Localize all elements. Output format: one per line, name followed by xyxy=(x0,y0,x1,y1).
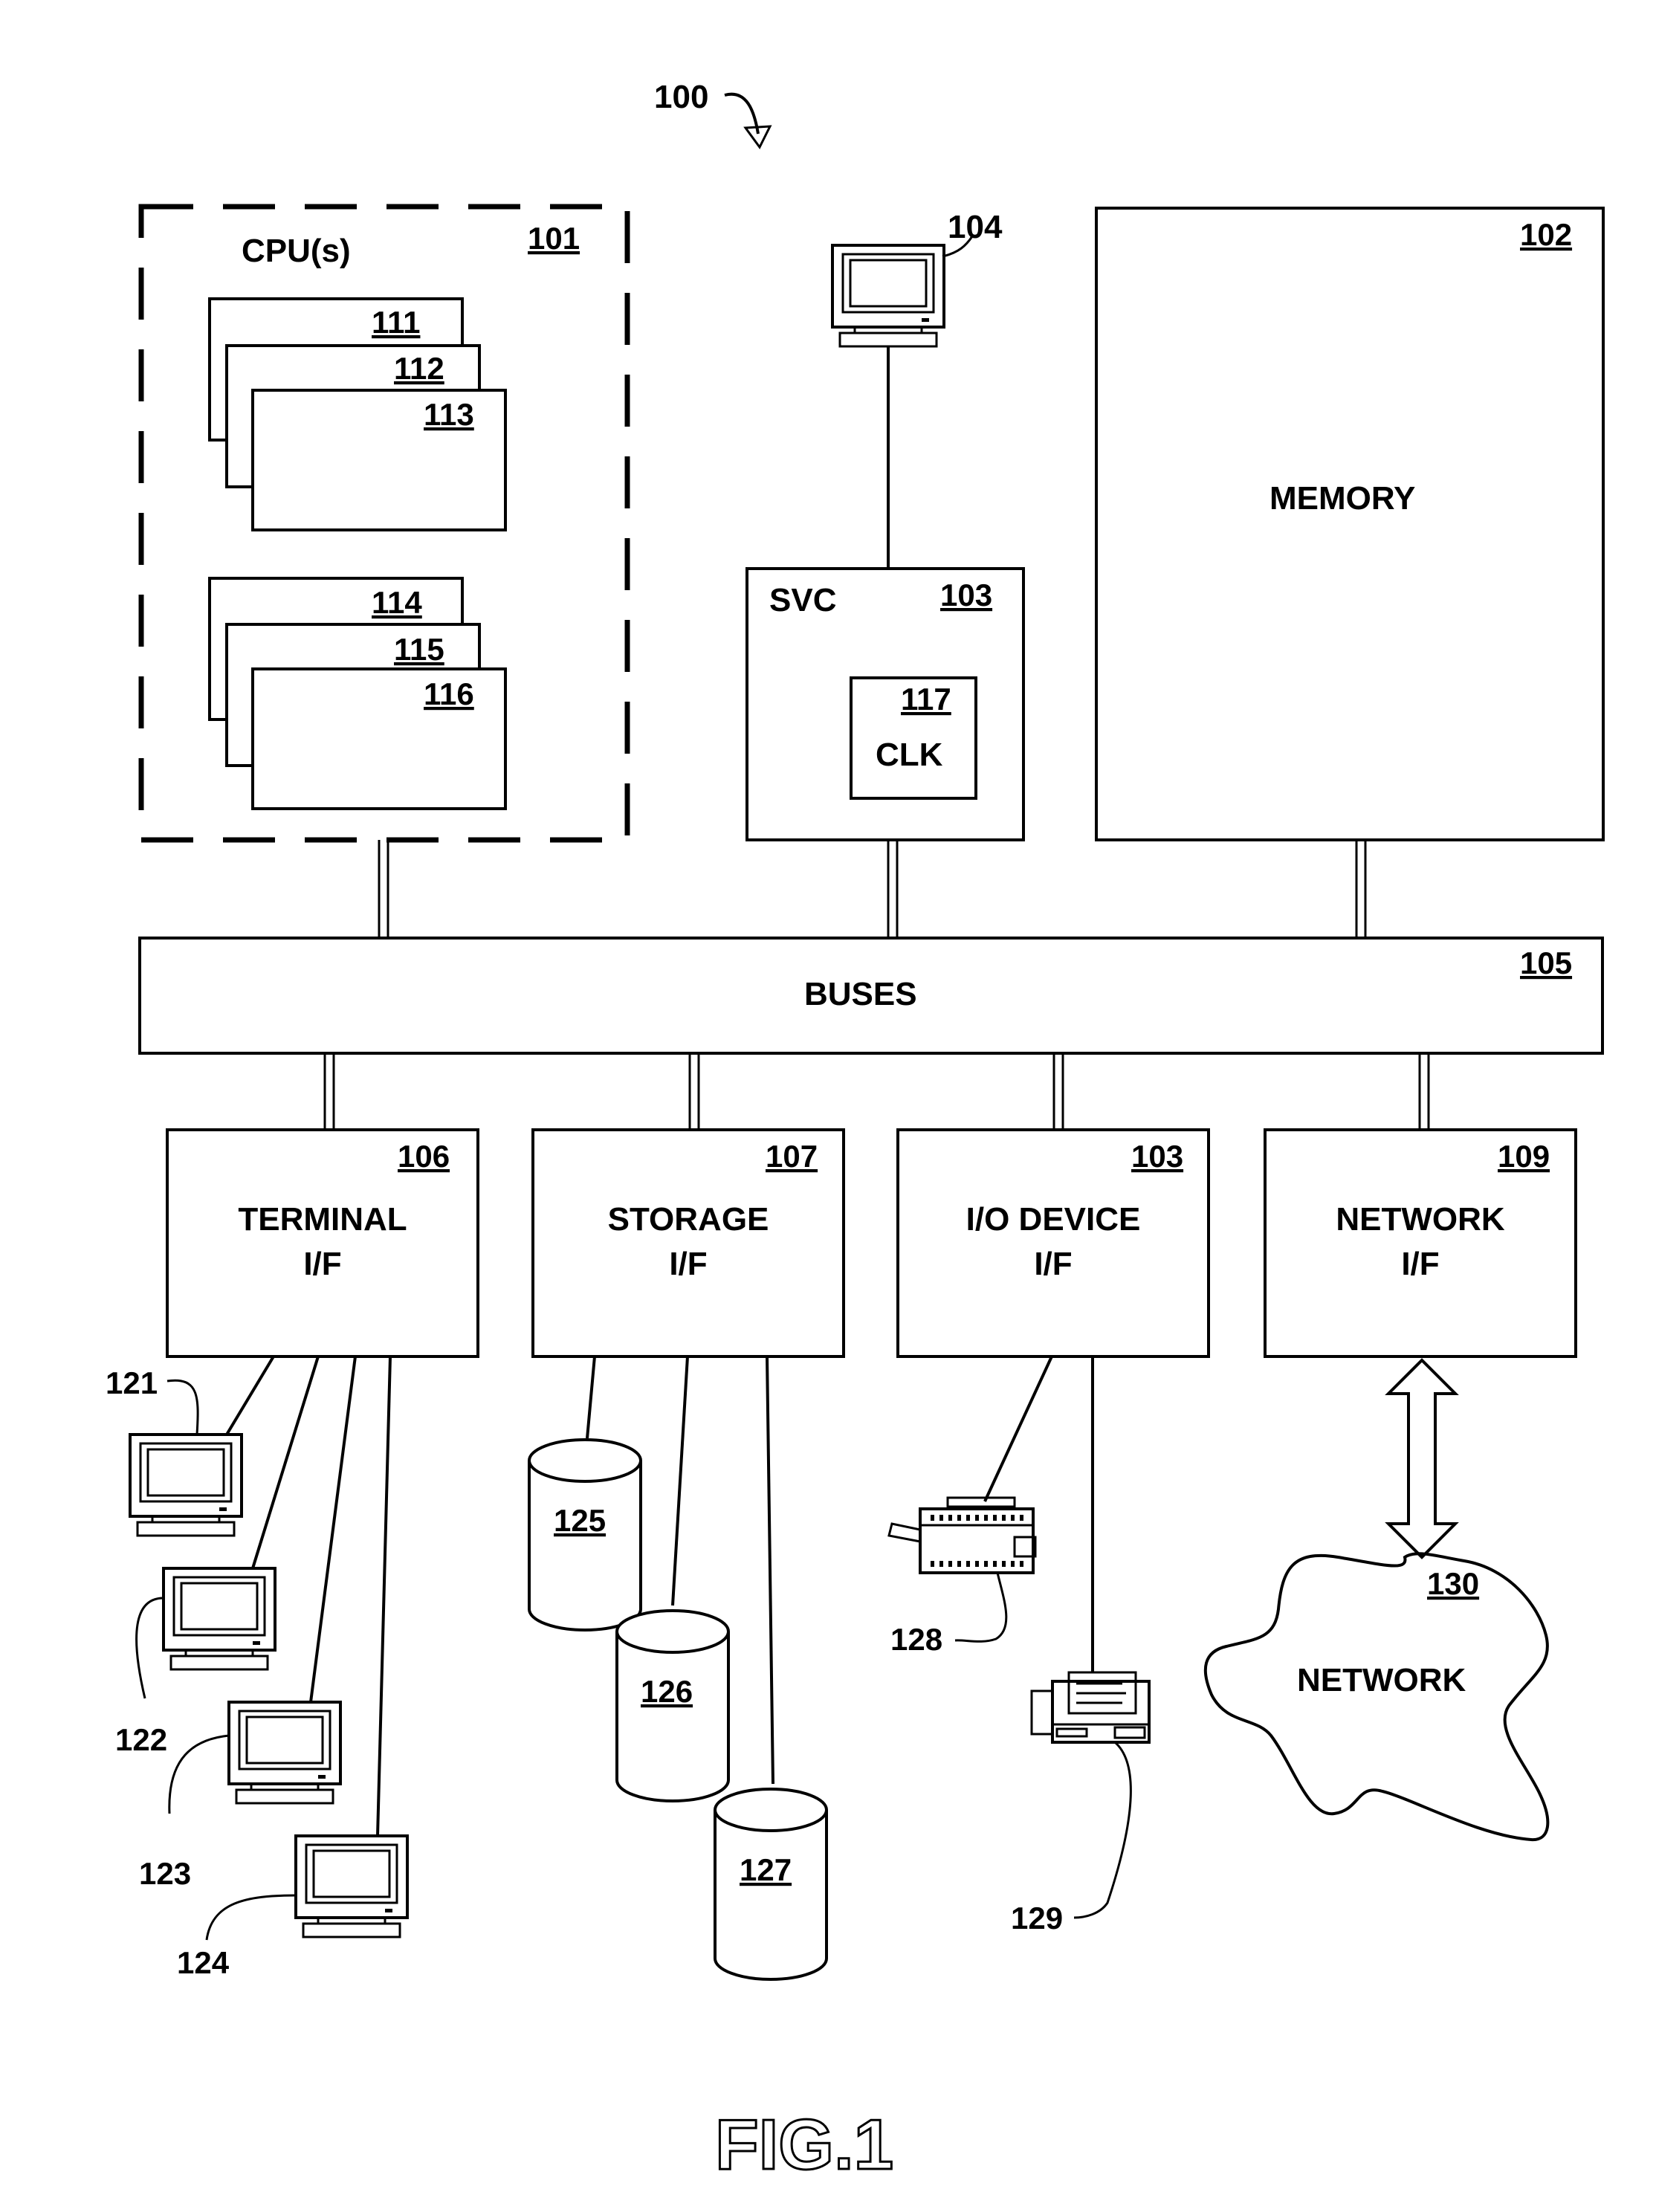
storage-interface-line2: I/F xyxy=(669,1246,707,1282)
svc-ref: 103 xyxy=(940,578,992,612)
system-block-diagram: 100 CPU(s) 101 111 112 113 114 115 116 1… xyxy=(106,79,1605,2186)
terminal-124: 124 xyxy=(177,1834,409,1980)
storage-disk-126-ref: 126 xyxy=(641,1674,693,1709)
network-interface-line2: I/F xyxy=(1401,1246,1439,1282)
buses-block: 105 BUSES xyxy=(138,937,1604,1055)
processor-114-ref: 114 xyxy=(372,585,422,620)
io-device-interface-line2: I/F xyxy=(1034,1246,1072,1282)
memory-block: 102 MEMORY xyxy=(1095,207,1605,841)
storage-interface-ref: 107 xyxy=(766,1139,818,1174)
terminal-121: 121 xyxy=(106,1365,243,1537)
storage-interface-line1: STORAGE xyxy=(608,1201,769,1238)
memory-title: MEMORY xyxy=(1270,480,1415,517)
terminal-123-ref: 123 xyxy=(139,1856,191,1891)
svc-block: SVC 103 117 CLK xyxy=(745,567,1025,841)
network-double-arrow xyxy=(1385,1358,1459,1559)
terminal-124-ref: 124 xyxy=(177,1945,230,1980)
printer-128: 128 xyxy=(887,1356,1053,1657)
processor-group-a: 111 112 113 xyxy=(208,297,507,531)
processor-116-ref: 116 xyxy=(424,676,474,711)
network-cloud-ref: 130 xyxy=(1427,1566,1479,1601)
figure-caption: FIG.1 xyxy=(715,2105,893,2184)
fax-129-ref: 129 xyxy=(1011,1901,1063,1936)
terminal-122-ref: 122 xyxy=(115,1722,167,1757)
network-cloud-title: NETWORK xyxy=(1297,1662,1466,1698)
fax-129: 129 xyxy=(1011,1356,1151,1936)
storage-disk-125: 125 xyxy=(528,1438,642,1631)
cpu-container: CPU(s) 101 111 112 113 114 115 116 xyxy=(138,204,630,843)
bus-connectors-bottom xyxy=(323,1053,1430,1130)
storage-interface: 107 STORAGE I/F xyxy=(531,1128,845,1358)
cpu-ref: 101 xyxy=(528,221,580,256)
network-interface-ref: 109 xyxy=(1498,1139,1550,1174)
buses-title: BUSES xyxy=(804,976,917,1012)
storage-disk-126: 126 xyxy=(615,1609,730,1802)
io-device-interface-ref: 103 xyxy=(1131,1139,1183,1174)
storage-disk-125-ref: 125 xyxy=(554,1503,606,1538)
processor-113-ref: 113 xyxy=(424,397,474,432)
figure-ref-label: 100 xyxy=(654,79,708,115)
network-interface: 109 NETWORK I/F xyxy=(1264,1128,1577,1358)
bus-connectors-top xyxy=(378,840,1367,938)
buses-ref: 105 xyxy=(1520,945,1572,980)
storage-disk-127: 127 xyxy=(714,1788,828,1981)
svc-title: SVC xyxy=(769,582,836,618)
processor-115-ref: 115 xyxy=(394,632,444,667)
terminal-interface-line1: TERMINAL xyxy=(238,1201,407,1238)
processor-group-b: 114 115 116 xyxy=(208,577,507,810)
cpu-title: CPU(s) xyxy=(242,233,351,269)
console-ref: 104 xyxy=(948,209,1003,245)
console-terminal: 104 xyxy=(831,209,1003,569)
clock-title: CLK xyxy=(876,737,943,773)
io-device-interface: 103 I/O DEVICE I/F xyxy=(896,1128,1210,1358)
processor-112-ref: 112 xyxy=(394,351,444,386)
terminal-121-ref: 121 xyxy=(106,1365,158,1400)
network-interface-line1: NETWORK xyxy=(1336,1201,1505,1238)
clock-ref: 117 xyxy=(901,682,951,717)
io-device-interface-line1: I/O DEVICE xyxy=(966,1201,1141,1238)
network-cloud: 130 NETWORK xyxy=(1203,1552,1550,1842)
terminal-interface-ref: 106 xyxy=(398,1139,450,1174)
storage-disk-127-ref: 127 xyxy=(740,1852,792,1887)
memory-ref: 102 xyxy=(1520,217,1572,252)
clock-block: 117 CLK xyxy=(850,676,977,800)
processor-111-ref: 111 xyxy=(372,305,420,340)
printer-128-ref: 128 xyxy=(890,1622,942,1657)
terminal-interface: 106 TERMINAL I/F xyxy=(166,1128,479,1358)
terminal-interface-line2: I/F xyxy=(303,1246,341,1282)
